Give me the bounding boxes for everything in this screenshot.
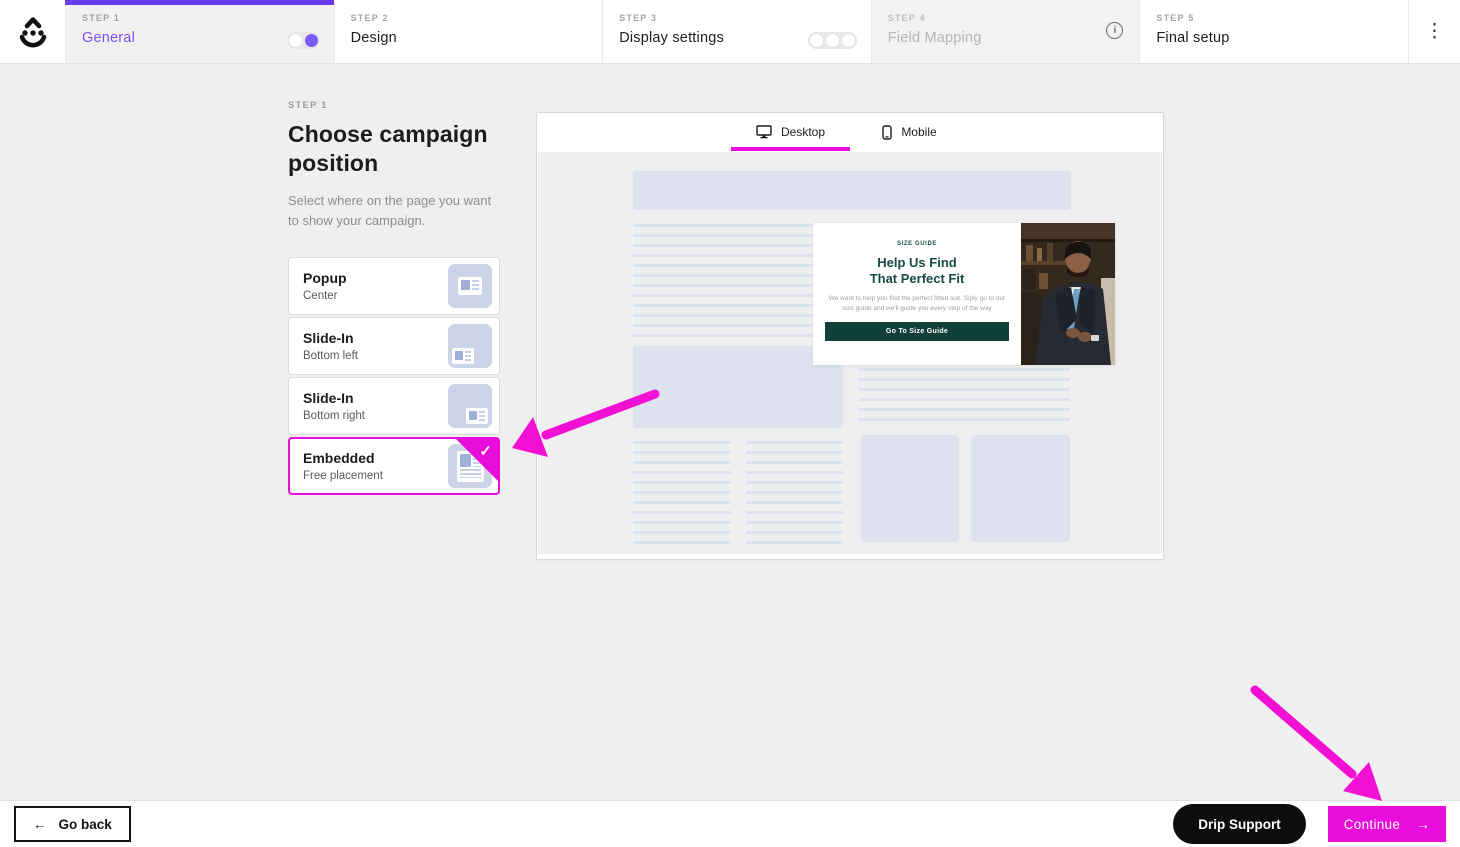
campaign-body-text: We want to help you find the perfect fit…	[825, 294, 1009, 313]
option-embedded-selected[interactable]: Embedded Free placement ✓	[288, 437, 500, 495]
drip-logo[interactable]	[0, 0, 65, 63]
wireframe-text-lines	[746, 441, 843, 545]
step-eyebrow: STEP 1	[82, 13, 318, 23]
arrow-to-continue-shaft	[1255, 690, 1352, 774]
wireframe-banner	[633, 171, 1071, 210]
page-title: Choose campaign position	[288, 120, 502, 178]
campaign-render: SIZE GUIDE Help Us Find That Perfect Fit…	[813, 223, 1115, 365]
go-back-label: Go back	[59, 817, 112, 832]
step-navigation-bar: STEP 1 General STEP 2 Design STEP 3 Disp…	[0, 0, 1460, 64]
continue-label: Continue	[1344, 817, 1400, 832]
man-in-suit-photo	[1021, 223, 1115, 365]
wireframe-block	[633, 346, 843, 428]
popup-center-icon	[448, 264, 492, 308]
preview-wireframe: SIZE GUIDE Help Us Find That Perfect Fit…	[538, 152, 1162, 554]
step-eyebrow: STEP 2	[351, 13, 587, 23]
substep-dot	[842, 34, 855, 47]
substep-dot	[810, 34, 823, 47]
position-options-list: Popup Center Slide-In Bottom left Slide-…	[288, 257, 500, 495]
option-popup-center[interactable]: Popup Center	[288, 257, 500, 315]
drip-smile-logo-icon	[15, 13, 51, 51]
step-tab-final-setup[interactable]: STEP 5 Final setup	[1139, 0, 1408, 63]
campaign-heading: Help Us Find That Perfect Fit	[825, 255, 1009, 287]
option-slidein-bottom-left[interactable]: Slide-In Bottom left	[288, 317, 500, 375]
campaign-photo	[1021, 223, 1115, 365]
campaign-position-panel: STEP 1 Choose campaign position Select w…	[288, 100, 502, 495]
desktop-monitor-icon	[756, 125, 772, 139]
step-label: Design	[351, 30, 587, 46]
step-tab-field-mapping: STEP 4 Field Mapping i	[871, 0, 1140, 63]
tab-label: Desktop	[781, 125, 825, 139]
tab-desktop[interactable]: Desktop	[731, 113, 850, 151]
option-title: Slide-In	[303, 330, 358, 346]
option-slidein-bottom-right[interactable]: Slide-In Bottom right	[288, 377, 500, 435]
step-label: Final setup	[1156, 30, 1392, 46]
substep-progress-dots	[808, 32, 857, 49]
substep-progress-toggle[interactable]	[287, 32, 320, 49]
drip-support-button[interactable]: Drip Support	[1173, 804, 1306, 844]
wireframe-text-lines	[633, 224, 816, 344]
option-subtitle: Bottom right	[303, 410, 365, 422]
go-back-button[interactable]: ← Go back	[14, 806, 131, 842]
substep-dot	[289, 34, 302, 47]
substep-dot	[826, 34, 839, 47]
substep-dot-active	[305, 34, 318, 47]
tab-label: Mobile	[901, 125, 936, 139]
tab-mobile[interactable]: Mobile	[850, 113, 969, 151]
campaign-preview-card: Desktop Mobile SIZE GUIDE Help Us Find T	[536, 112, 1164, 560]
option-subtitle: Free placement	[303, 470, 383, 482]
slidein-bottom-left-icon	[448, 324, 492, 368]
step-tab-general[interactable]: STEP 1 General	[65, 0, 334, 63]
campaign-cta-button: Go To Size Guide	[825, 322, 1009, 341]
step-tab-display-settings[interactable]: STEP 3 Display settings	[602, 0, 871, 63]
kebab-menu-icon[interactable]: ⋮	[1408, 0, 1460, 63]
back-arrow-icon: ←	[33, 817, 47, 832]
campaign-eyebrow: SIZE GUIDE	[825, 241, 1009, 247]
step-label: Field Mapping	[888, 30, 1124, 46]
forward-arrow-icon: →	[1416, 817, 1430, 832]
step-eyebrow: STEP 3	[619, 13, 855, 23]
option-title: Popup	[303, 270, 347, 286]
step-tab-design[interactable]: STEP 2 Design	[334, 0, 603, 63]
mobile-phone-icon	[882, 125, 892, 140]
preview-device-tabs: Desktop Mobile	[537, 113, 1163, 151]
option-subtitle: Bottom left	[303, 350, 358, 362]
wireframe-text-lines	[633, 441, 731, 545]
page-description: Select where on the page you want to sho…	[288, 191, 496, 231]
continue-button[interactable]: Continue →	[1328, 806, 1446, 842]
step-eyebrow: STEP 5	[1156, 13, 1392, 23]
wireframe-block	[971, 435, 1070, 542]
option-subtitle: Center	[303, 290, 347, 302]
footer-bar: ← Go back Drip Support Continue →	[0, 800, 1460, 847]
campaign-render-content: SIZE GUIDE Help Us Find That Perfect Fit…	[813, 223, 1021, 365]
step-label: General	[82, 30, 318, 46]
check-icon: ✓	[479, 442, 492, 460]
wireframe-text-lines	[859, 368, 1070, 421]
wireframe-block	[861, 435, 959, 542]
arrow-to-continue-head	[1343, 762, 1382, 801]
panel-step-eyebrow: STEP 1	[288, 100, 502, 111]
option-title: Slide-In	[303, 390, 365, 406]
slidein-bottom-right-icon	[448, 384, 492, 428]
option-title: Embedded	[303, 450, 383, 466]
step-eyebrow: STEP 4	[888, 13, 1124, 23]
